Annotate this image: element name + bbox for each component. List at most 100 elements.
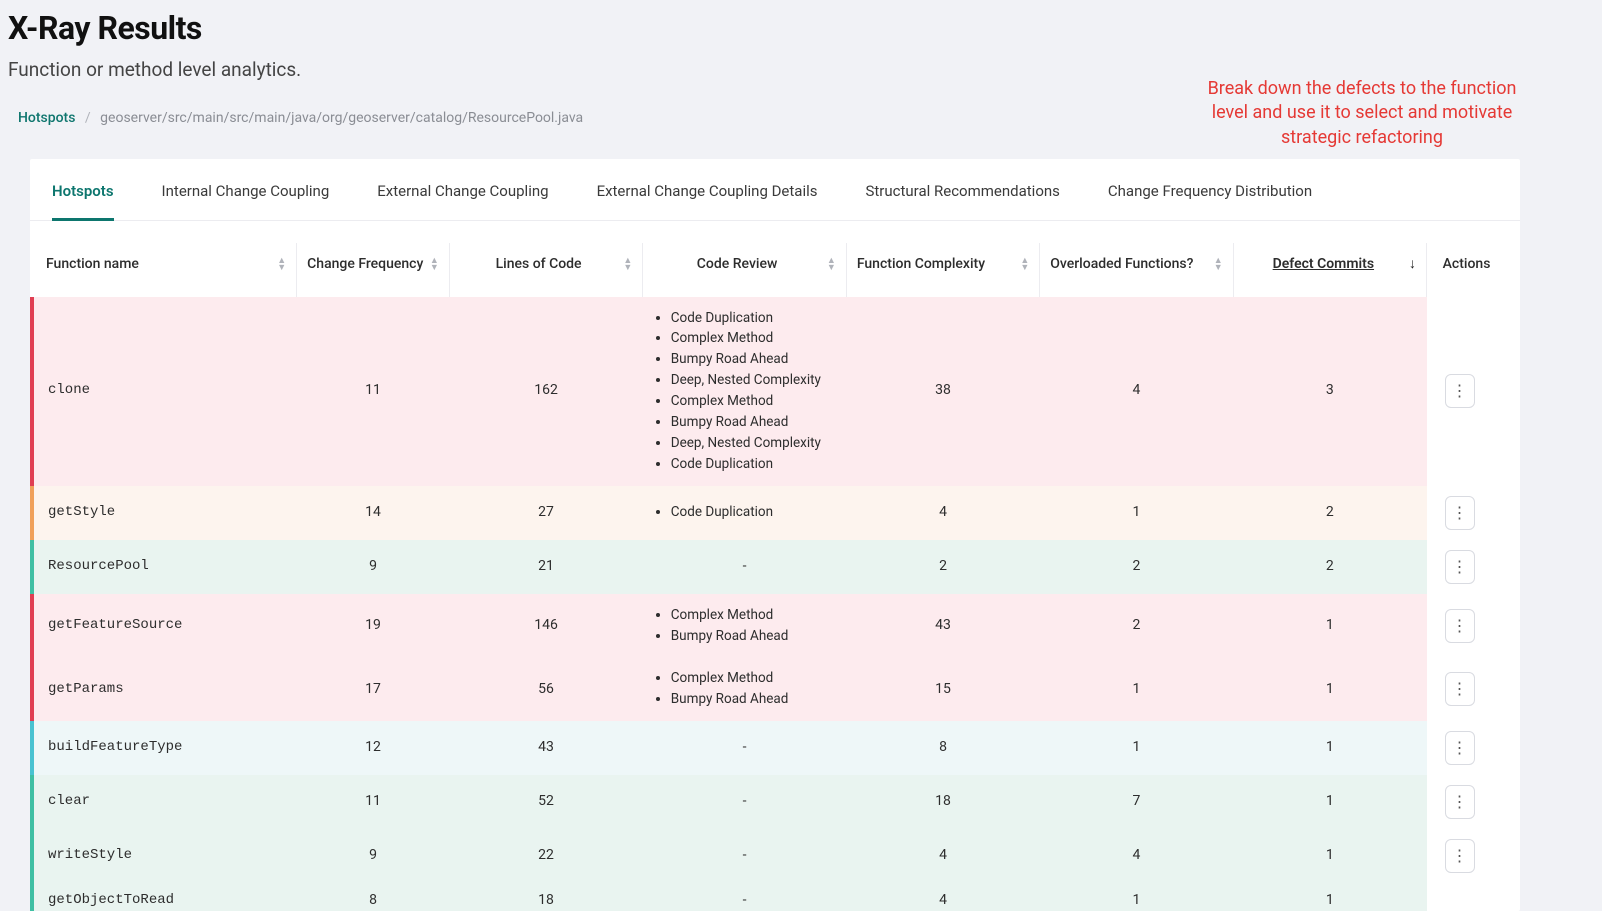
row-actions-button[interactable]: ⋮ [1445, 839, 1475, 873]
cell-change-frequency: 17 [297, 657, 450, 721]
cell-defect-commits: 1 [1233, 829, 1426, 883]
col-lines-of-code[interactable]: Lines of Code ▲▼ [449, 243, 642, 297]
sort-icon[interactable]: ▲▼ [827, 258, 836, 271]
table-row: clear1152-1871⋮ [32, 775, 1508, 829]
cell-defect-commits: 2 [1233, 486, 1426, 540]
cell-function-complexity: 8 [846, 721, 1039, 775]
cell-actions: ⋮ [1427, 829, 1508, 883]
sort-desc-icon[interactable]: ↓ [1409, 255, 1416, 275]
cell-function-name: clear [32, 775, 297, 829]
page-subtitle: Function or method level analytics. [8, 57, 1596, 84]
table-row: getParams1756Complex MethodBumpy Road Ah… [32, 657, 1508, 721]
cell-lines-of-code: 146 [449, 594, 642, 658]
kebab-icon: ⋮ [1452, 557, 1468, 577]
code-review-item: Complex Method [671, 606, 837, 625]
cell-defect-commits: 1 [1233, 721, 1426, 775]
cell-actions: ⋮ [1427, 594, 1508, 658]
hotspots-table: Function name ▲▼ Change Frequency ▲▼ [30, 243, 1510, 911]
table-row: buildFeatureType1243-811⋮ [32, 721, 1508, 775]
cell-code-review: - [643, 540, 847, 594]
sort-icon[interactable]: ▲▼ [277, 258, 286, 271]
row-actions-button[interactable]: ⋮ [1445, 374, 1475, 408]
cell-actions: ⋮ [1427, 721, 1508, 775]
breadcrumb-root[interactable]: Hotspots [18, 110, 75, 126]
cell-lines-of-code: 162 [449, 297, 642, 486]
cell-function-complexity: 43 [846, 594, 1039, 658]
cell-defect-commits: 2 [1233, 540, 1426, 594]
col-function-complexity[interactable]: Function Complexity ▲▼ [846, 243, 1039, 297]
col-function-name[interactable]: Function name ▲▼ [32, 243, 297, 297]
col-code-review[interactable]: Code Review ▲▼ [643, 243, 847, 297]
col-actions: Actions [1427, 243, 1508, 297]
kebab-icon: ⋮ [1452, 792, 1468, 812]
sort-icon[interactable]: ▲▼ [623, 258, 632, 271]
kebab-icon: ⋮ [1452, 679, 1468, 699]
tab-internal-change-coupling[interactable]: Internal Change Coupling [162, 181, 330, 220]
cell-actions: ⋮ [1427, 486, 1508, 540]
cell-overloaded-functions: 1 [1040, 657, 1233, 721]
sort-icon[interactable]: ▲▼ [1020, 258, 1029, 271]
code-review-item: Code Duplication [671, 503, 837, 522]
code-review-item: Bumpy Road Ahead [671, 690, 837, 709]
cell-code-review: - [643, 721, 847, 775]
table-row: ResourcePool921-222⋮ [32, 540, 1508, 594]
table-row: writeStyle922-441⋮ [32, 829, 1508, 883]
breadcrumb: Hotspots / geoserver/src/main/src/main/j… [18, 109, 1596, 129]
cell-actions: ⋮ [1427, 297, 1508, 486]
sort-icon[interactable]: ▲▼ [1214, 258, 1223, 271]
cell-overloaded-functions: 2 [1040, 540, 1233, 594]
cell-function-name: buildFeatureType [32, 721, 297, 775]
row-actions-button[interactable]: ⋮ [1445, 496, 1475, 530]
row-actions-button[interactable]: ⋮ [1445, 609, 1475, 643]
table-row: getFeatureSource19146Complex MethodBumpy… [32, 594, 1508, 658]
cell-lines-of-code: 22 [449, 829, 642, 883]
col-defect-commits[interactable]: Defect Commits ↓ [1233, 243, 1426, 297]
tab-structural-recommendations[interactable]: Structural Recommendations [865, 181, 1059, 220]
page-title: X-Ray Results [8, 6, 1596, 51]
breadcrumb-sep: / [79, 110, 97, 126]
cell-change-frequency: 9 [297, 540, 450, 594]
cell-change-frequency: 14 [297, 486, 450, 540]
tab-change-frequency-distribution[interactable]: Change Frequency Distribution [1108, 181, 1312, 220]
tab-external-change-coupling[interactable]: External Change Coupling [377, 181, 548, 220]
cell-actions: ⋮ [1427, 540, 1508, 594]
cell-code-review: - [643, 775, 847, 829]
sort-icon[interactable]: ▲▼ [430, 258, 439, 271]
cell-defect-commits: 3 [1233, 297, 1426, 486]
code-review-item: Complex Method [671, 669, 837, 688]
kebab-icon: ⋮ [1452, 381, 1468, 401]
code-review-item: Code Duplication [671, 309, 837, 328]
col-change-frequency[interactable]: Change Frequency ▲▼ [297, 243, 450, 297]
code-review-item: Bumpy Road Ahead [671, 350, 837, 369]
row-actions-button[interactable]: ⋮ [1445, 785, 1475, 819]
cell-overloaded-functions: 1 [1040, 486, 1233, 540]
cell-function-complexity: 4 [846, 829, 1039, 883]
tab-external-change-coupling-details[interactable]: External Change Coupling Details [597, 181, 818, 220]
cell-function-complexity: 18 [846, 775, 1039, 829]
cell-function-name: ResourcePool [32, 540, 297, 594]
cell-function-complexity: 38 [846, 297, 1039, 486]
cell-function-name: writeStyle [32, 829, 297, 883]
cell-overloaded-functions: 2 [1040, 594, 1233, 658]
row-actions-button[interactable]: ⋮ [1445, 550, 1475, 584]
cell-function-complexity: 4 [846, 883, 1039, 911]
cell-function-name: getStyle [32, 486, 297, 540]
cell-overloaded-functions: 4 [1040, 297, 1233, 486]
cell-change-frequency: 11 [297, 775, 450, 829]
row-actions-button[interactable]: ⋮ [1445, 731, 1475, 765]
cell-lines-of-code: 18 [449, 883, 642, 911]
cell-function-name: getParams [32, 657, 297, 721]
cell-lines-of-code: 21 [449, 540, 642, 594]
code-review-item: Bumpy Road Ahead [671, 627, 837, 646]
cell-code-review: Code Duplication [643, 486, 847, 540]
table-row: clone11162Code DuplicationComplex Method… [32, 297, 1508, 486]
row-actions-button[interactable]: ⋮ [1445, 672, 1475, 706]
code-review-item: Deep, Nested Complexity [671, 371, 837, 390]
cell-change-frequency: 11 [297, 297, 450, 486]
cell-code-review: - [643, 883, 847, 911]
col-overloaded-functions[interactable]: Overloaded Functions? ▲▼ [1040, 243, 1233, 297]
code-review-item: Complex Method [671, 329, 837, 348]
tabs-bar: Hotspots Internal Change Coupling External… [30, 159, 1520, 221]
results-panel: Hotspots Internal Change Coupling External… [30, 159, 1520, 911]
tab-hotspots[interactable]: Hotspots [52, 181, 114, 221]
